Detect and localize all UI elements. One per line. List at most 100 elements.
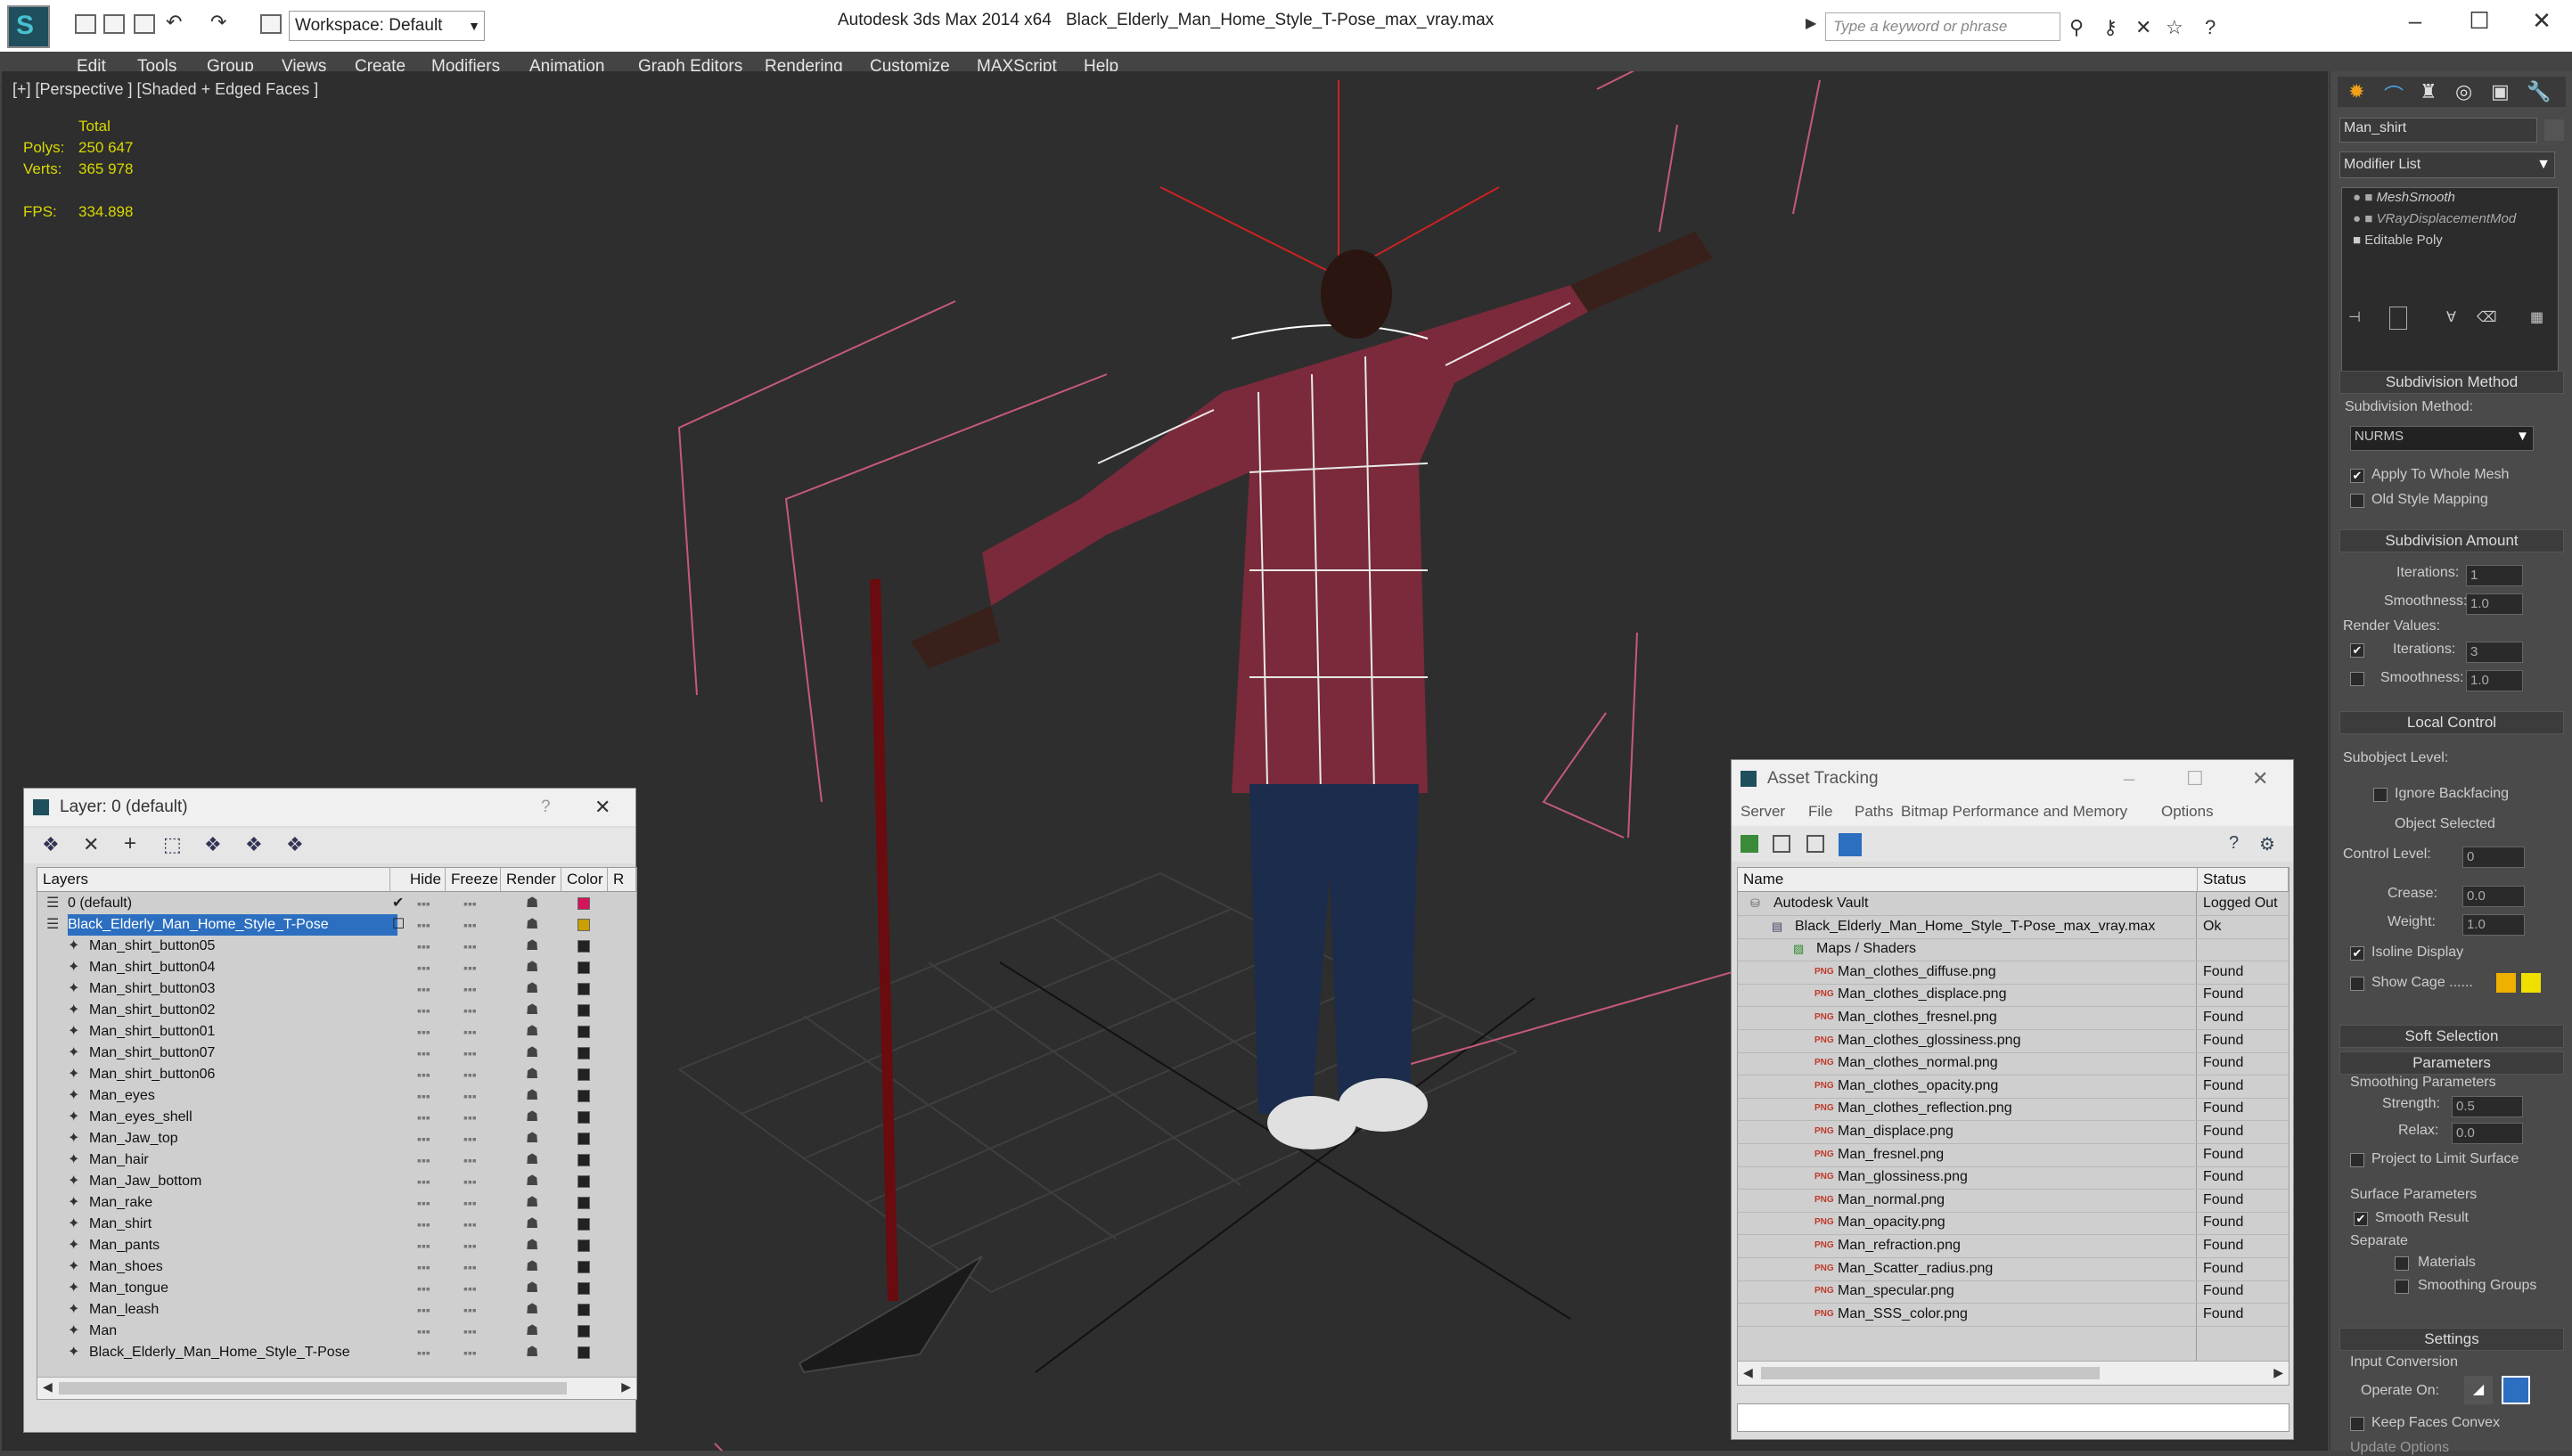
column-freeze[interactable]: Freeze <box>446 868 501 891</box>
hide-toggle[interactable]: ▪▪▪ <box>417 1128 430 1149</box>
star-icon[interactable]: ☆ <box>2166 16 2183 39</box>
layer-color-swatch[interactable] <box>577 897 590 910</box>
current-layer-marker[interactable]: ☐ <box>392 914 405 936</box>
new-file-icon[interactable] <box>75 14 96 34</box>
freeze-toggle[interactable]: ▪▪▪ <box>463 1149 477 1171</box>
cage-color-swatch-2[interactable] <box>2521 973 2541 993</box>
hide-toggle[interactable]: ▪▪▪ <box>417 1085 430 1107</box>
asset-row[interactable]: PNG Man_Scatter_radius.png Found <box>1738 1258 2289 1281</box>
close-button[interactable]: ✕ <box>2524 7 2560 35</box>
maximize-button[interactable]: ☐ <box>2461 7 2497 35</box>
asset-path-field[interactable] <box>1737 1403 2289 1432</box>
freeze-toggle[interactable]: ▪▪▪ <box>463 936 477 957</box>
strength-spinner[interactable]: 0.5 <box>2452 1096 2523 1117</box>
smooth-result-checkbox[interactable]: ✔ <box>2354 1212 2368 1226</box>
highlight-layer-icon[interactable]: ❖ <box>204 833 222 856</box>
asset-panel-title-bar[interactable]: Asset Tracking – ☐ ✕ <box>1732 760 2293 798</box>
asset-row[interactable]: PNG Man_clothes_diffuse.png Found <box>1738 961 2289 985</box>
hide-toggle[interactable]: ▪▪▪ <box>417 1021 430 1043</box>
show-end-result-icon[interactable] <box>2389 307 2407 330</box>
layer-color-swatch[interactable] <box>577 1325 590 1337</box>
scrollbar-thumb[interactable] <box>1761 1367 2100 1379</box>
layer-color-swatch[interactable] <box>577 961 590 974</box>
render-teapot-icon[interactable]: ☗ <box>526 1256 538 1278</box>
column-radiosity[interactable]: R <box>608 868 636 891</box>
apply-whole-mesh-checkbox[interactable]: ✔ <box>2350 469 2364 483</box>
render-teapot-icon[interactable]: ☗ <box>526 978 538 1000</box>
exchange-icon[interactable]: ✕ <box>2135 16 2151 39</box>
remove-modifier-icon[interactable]: ⌫ <box>2477 308 2497 326</box>
asset-row[interactable]: PNG Man_clothes_fresnel.png Found <box>1738 1007 2289 1030</box>
freeze-toggle[interactable]: ▪▪▪ <box>463 1235 477 1256</box>
help-icon[interactable]: ? <box>541 789 551 826</box>
stack-item-meshsmooth[interactable]: ● ■ MeshSmooth <box>2353 190 2455 205</box>
asset-menu-bitmap[interactable]: Bitmap Performance and Memory <box>1901 798 2127 826</box>
layer-row[interactable]: ✦ Man_shirt_button05 ▪▪▪ ▪▪▪ ☗ <box>37 936 636 957</box>
modifier-list-dropdown[interactable]: Modifier List ▼ <box>2339 151 2555 178</box>
cage-color-swatch-1[interactable] <box>2496 973 2516 993</box>
layer-row[interactable]: ✦ Man_shirt ▪▪▪ ▪▪▪ ☗ <box>37 1214 636 1235</box>
smoothness-spinner[interactable]: 1.0 <box>2466 593 2523 615</box>
layer-color-swatch[interactable] <box>577 919 590 931</box>
layer-color-swatch[interactable] <box>577 1175 590 1188</box>
layer-color-swatch[interactable] <box>577 1304 590 1316</box>
layer-row[interactable]: ✦ Man_shoes ▪▪▪ ▪▪▪ ☗ <box>37 1256 636 1278</box>
layer-row[interactable]: ✦ Man_Jaw_bottom ▪▪▪ ▪▪▪ ☗ <box>37 1171 636 1192</box>
freeze-toggle[interactable]: ▪▪▪ <box>463 978 477 1000</box>
list-view-icon[interactable] <box>1773 835 1790 853</box>
freeze-toggle[interactable]: ▪▪▪ <box>463 1321 477 1342</box>
layer-color-swatch[interactable] <box>577 1004 590 1017</box>
asset-row[interactable]: PNG Man_opacity.png Found <box>1738 1212 2289 1236</box>
object-name-field[interactable]: Man_shirt <box>2339 118 2537 143</box>
asset-row[interactable]: PNG Man_glossiness.png Found <box>1738 1166 2289 1190</box>
render-teapot-icon[interactable]: ☗ <box>526 1278 538 1299</box>
materials-checkbox[interactable] <box>2395 1256 2409 1271</box>
layer-color-swatch[interactable] <box>577 1133 590 1145</box>
scrollbar-thumb[interactable] <box>59 1382 567 1395</box>
utilities-tab-icon[interactable]: 🔧 <box>2527 80 2551 103</box>
minimize-icon[interactable]: – <box>2124 760 2134 798</box>
viewport-label[interactable]: [+] [Perspective ] [Shaded + Edged Faces… <box>12 80 318 99</box>
layer-row[interactable]: ✦ Man_hair ▪▪▪ ▪▪▪ ☗ <box>37 1149 636 1171</box>
layer-row[interactable]: ✦ Man_pants ▪▪▪ ▪▪▪ ☗ <box>37 1235 636 1256</box>
asset-menu-file[interactable]: File <box>1808 798 1832 826</box>
stack-item-editable-poly[interactable]: ■ Editable Poly <box>2353 233 2443 248</box>
modify-tab-icon[interactable]: ⌒ <box>2384 80 2404 109</box>
hide-toggle[interactable]: ▪▪▪ <box>417 1000 430 1021</box>
asset-row[interactable]: PNG Man_displace.png Found <box>1738 1121 2289 1144</box>
smoothing-groups-checkbox[interactable] <box>2395 1280 2409 1294</box>
asset-row[interactable]: PNG Man_clothes_normal.png Found <box>1738 1052 2289 1076</box>
layer-color-swatch[interactable] <box>577 1111 590 1124</box>
help-icon[interactable]: ? <box>2229 833 2239 854</box>
layer-row[interactable]: ✦ Man_leash ▪▪▪ ▪▪▪ ☗ <box>37 1299 636 1321</box>
hide-toggle[interactable]: ▪▪▪ <box>417 1214 430 1235</box>
freeze-toggle[interactable]: ▪▪▪ <box>463 1021 477 1043</box>
select-objects-icon[interactable]: ⬚ <box>163 833 182 856</box>
render-teapot-icon[interactable]: ☗ <box>526 1064 538 1085</box>
freeze-toggle[interactable]: ▪▪▪ <box>463 1107 477 1128</box>
asset-row[interactable]: PNG Man_refraction.png Found <box>1738 1235 2289 1258</box>
rollout-subdivision-method[interactable]: Subdivision Method <box>2339 371 2564 394</box>
expand-arrow-icon[interactable]: ▶ <box>1806 14 1816 32</box>
current-layer-marker[interactable]: ✔ <box>392 893 404 914</box>
column-name[interactable]: Name <box>1738 868 2198 891</box>
render-smoothness-spinner[interactable]: 1.0 <box>2466 670 2523 691</box>
layer-color-swatch[interactable] <box>577 1239 590 1252</box>
redo-icon[interactable]: ↷ <box>210 11 226 34</box>
freeze-all-icon[interactable]: ❖ <box>286 833 304 856</box>
layer-row[interactable]: ✦ Man ▪▪▪ ▪▪▪ ☗ <box>37 1321 636 1342</box>
layer-color-swatch[interactable] <box>577 1261 590 1273</box>
create-tab-icon[interactable]: ✹ <box>2348 80 2364 103</box>
project-limit-checkbox[interactable] <box>2350 1153 2364 1167</box>
asset-row[interactable]: PNG Man_specular.png Found <box>1738 1280 2289 1305</box>
layer-row[interactable]: ✦ Man_tongue ▪▪▪ ▪▪▪ ☗ <box>37 1278 636 1299</box>
asset-row[interactable]: PNG Man_clothes_displace.png Found <box>1738 984 2289 1008</box>
freeze-toggle[interactable]: ▪▪▪ <box>463 1064 477 1085</box>
render-teapot-icon[interactable]: ☗ <box>526 1000 538 1021</box>
render-smoothness-checkbox[interactable] <box>2350 672 2364 686</box>
help-icon[interactable]: ? <box>2205 16 2216 39</box>
control-level-spinner[interactable]: 0 <box>2462 847 2525 868</box>
asset-row[interactable]: PNG Man_clothes_opacity.png Found <box>1738 1076 2289 1099</box>
render-teapot-icon[interactable]: ☗ <box>526 1214 538 1235</box>
asset-row[interactable]: PNG Man_clothes_glossiness.png Found <box>1738 1030 2289 1053</box>
